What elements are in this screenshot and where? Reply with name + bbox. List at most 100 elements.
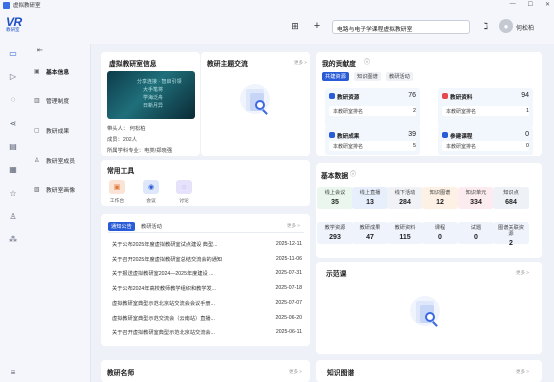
- tab-activities-notice[interactable]: 教研活动: [138, 222, 165, 231]
- chat-icon[interactable]: ◌: [7, 93, 19, 105]
- info-icon: ▣: [34, 68, 40, 75]
- minimize-icon[interactable]: —: [510, 1, 516, 8]
- submenu-item-results[interactable]: ▢ 教研成果: [34, 123, 89, 137]
- notice-more-link[interactable]: 更多 >: [287, 223, 300, 229]
- contrib-materials[interactable]: 教研资料 94 本教研室排名 1: [438, 88, 533, 128]
- contrib-courses[interactable]: 参建课程 0 本教研室排名 0: [438, 127, 533, 155]
- share-icon[interactable]: ⋖: [7, 117, 19, 129]
- stat-value: 13: [366, 199, 374, 206]
- tab-notices[interactable]: 通知公告: [108, 222, 135, 231]
- resources-icon: [329, 93, 335, 99]
- contrib-resources[interactable]: 教研资源 76 本教研室排名 2: [325, 88, 420, 128]
- contrib-value: 94: [521, 92, 529, 99]
- scan-icon[interactable]: ⊞: [288, 19, 302, 33]
- graph-more-link[interactable]: 更多 >: [516, 369, 529, 375]
- submenu-item-basic-info[interactable]: ▣ 基本信息: [34, 64, 89, 78]
- workbench-icon[interactable]: ▣: [109, 180, 125, 194]
- rules-icon: ▥: [34, 97, 40, 104]
- stat-item[interactable]: 试题 0: [461, 225, 491, 241]
- discussion-label[interactable]: 讨论: [172, 197, 196, 204]
- header: VR 教研室 ⊞ + 电路与电子学课程虚拟教研室 ℷ ● 何松柏: [0, 10, 554, 44]
- submenu-item-label: 教研室成员: [46, 158, 75, 165]
- demo-class-title: 示范课: [326, 271, 347, 278]
- submenu-item-rules[interactable]: ▥ 管理制度: [34, 93, 89, 107]
- members-icon: ♙: [34, 157, 40, 164]
- avatar[interactable]: ●: [499, 19, 513, 33]
- tab-knowledge-graph[interactable]: 知识图谱: [354, 72, 381, 81]
- calendar-icon[interactable]: ▦: [7, 163, 19, 175]
- username[interactable]: 何松柏: [516, 23, 534, 32]
- rank-label: 本教研室排名: [329, 141, 416, 151]
- help-icon[interactable]: ⓘ: [350, 169, 356, 178]
- stat-item[interactable]: 教研资料 115: [390, 225, 420, 241]
- user-icon[interactable]: ♙: [7, 210, 19, 222]
- banner-text-1: 分享连接 · 智启引领: [137, 79, 182, 85]
- stat-item[interactable]: 知识图谱 12: [425, 190, 455, 206]
- tab-activities[interactable]: 教研活动: [386, 72, 413, 81]
- theme-more-link[interactable]: 更多 >: [294, 60, 307, 66]
- stat-item[interactable]: 图谱关联资源 2: [496, 225, 526, 247]
- rank-value: 0: [526, 143, 529, 149]
- submenu-item-label: 教研成果: [46, 128, 70, 135]
- workbench-label[interactable]: 工作台: [105, 197, 129, 204]
- rank-value: 2: [413, 108, 416, 114]
- monitor-icon[interactable]: ▭: [7, 47, 19, 59]
- stat-item[interactable]: 线上直播 13: [355, 190, 385, 206]
- discussion-icon[interactable]: ◌: [176, 180, 192, 194]
- submenu-item-portrait[interactable]: ▧ 教研室画像: [34, 182, 89, 196]
- stat-item[interactable]: 教研成果 47: [355, 225, 385, 241]
- stat-label: 课程: [434, 225, 446, 231]
- notice-row[interactable]: 关于报送虚拟教研室2024—2025年度建设 ... 2025-07-31: [112, 270, 302, 282]
- maximize-icon[interactable]: ☐: [528, 1, 533, 8]
- stat-value: 2: [509, 240, 513, 247]
- star-icon[interactable]: ☆: [7, 187, 19, 199]
- stat-label: 知识点: [503, 190, 519, 196]
- banner-text-4: 日新月异: [143, 103, 164, 109]
- teachers-more-link[interactable]: 更多 >: [289, 369, 302, 375]
- theme-card-title: 教研主题交流: [207, 61, 248, 68]
- translate-icon[interactable]: ℷ: [479, 19, 493, 33]
- stat-item[interactable]: 知识单元 334: [461, 190, 491, 206]
- collapse-icon[interactable]: ⇤: [37, 46, 43, 54]
- logo: VR 教研室: [6, 15, 28, 39]
- stat-item[interactable]: 线下活动 284: [390, 190, 420, 206]
- notice-date: 2025-06-20: [275, 315, 302, 321]
- apps-icon[interactable]: ⁂: [7, 233, 19, 245]
- notice-row[interactable]: 关于召开虚拟教研室典型示范北京站交流会... 2025-06-11: [112, 329, 302, 341]
- stat-item[interactable]: 课程 0: [425, 225, 455, 241]
- submenu-item-members[interactable]: ♙ 教研室成员: [34, 153, 89, 167]
- notice-row[interactable]: 关于召开2025年度虚拟教研室总结交流会的通知 2025-11-06: [112, 256, 302, 268]
- demo-more-link[interactable]: 更多 >: [516, 270, 529, 276]
- notice-row[interactable]: 关于公布2025年度虚拟教研室试点建设 典型... 2025-12-11: [112, 241, 302, 253]
- stat-item[interactable]: 知识点 684: [496, 190, 526, 206]
- contrib-value: 39: [408, 131, 416, 138]
- document-icon[interactable]: ▤: [7, 140, 19, 152]
- add-button[interactable]: +: [310, 19, 324, 33]
- basic-data-title: 基本数据: [321, 173, 349, 180]
- close-icon[interactable]: ✕: [545, 1, 550, 8]
- empty-state-illustration: [408, 296, 442, 330]
- courses-icon: [442, 132, 448, 138]
- rank-label: 本教研室排名: [329, 106, 416, 116]
- stat-item[interactable]: 教学资源 293: [320, 225, 350, 241]
- stat-label: 知识单元: [465, 190, 487, 196]
- logo-text: 教研室: [6, 27, 20, 32]
- rank-value: 5: [413, 143, 416, 149]
- menu-icon[interactable]: ≡: [7, 366, 19, 378]
- notice-row[interactable]: 虚拟教研室典型示范交流会（云南站）直播... 2025-06-20: [112, 315, 302, 327]
- room-selector[interactable]: 电路与电子学课程虚拟教研室: [332, 20, 470, 34]
- rank-label: 本教研室排名: [442, 106, 529, 116]
- play-icon[interactable]: ▷: [7, 70, 19, 82]
- contrib-value: 76: [408, 92, 416, 99]
- meeting-label[interactable]: 会议: [139, 197, 163, 204]
- tab-shared-resources[interactable]: 共建资源: [322, 72, 349, 81]
- contribution-card-title: 我的贡献度: [322, 61, 356, 68]
- meeting-icon[interactable]: ◉: [143, 180, 159, 194]
- notice-date: 2025-07-07: [275, 300, 302, 306]
- contrib-results[interactable]: 教研成果 39 本教研室排名 5: [325, 127, 420, 155]
- help-icon[interactable]: ⓘ: [364, 57, 370, 66]
- stat-item[interactable]: 线上会议 35: [320, 190, 350, 206]
- notice-title: 虚拟教研室典型示范北京站交流会会议手册...: [112, 301, 215, 307]
- notice-row[interactable]: 虚拟教研室典型示范北京站交流会会议手册... 2025-07-07: [112, 300, 302, 312]
- notice-row[interactable]: 关于公布2024年高校教师教学组织和教学发... 2025-07-18: [112, 285, 302, 297]
